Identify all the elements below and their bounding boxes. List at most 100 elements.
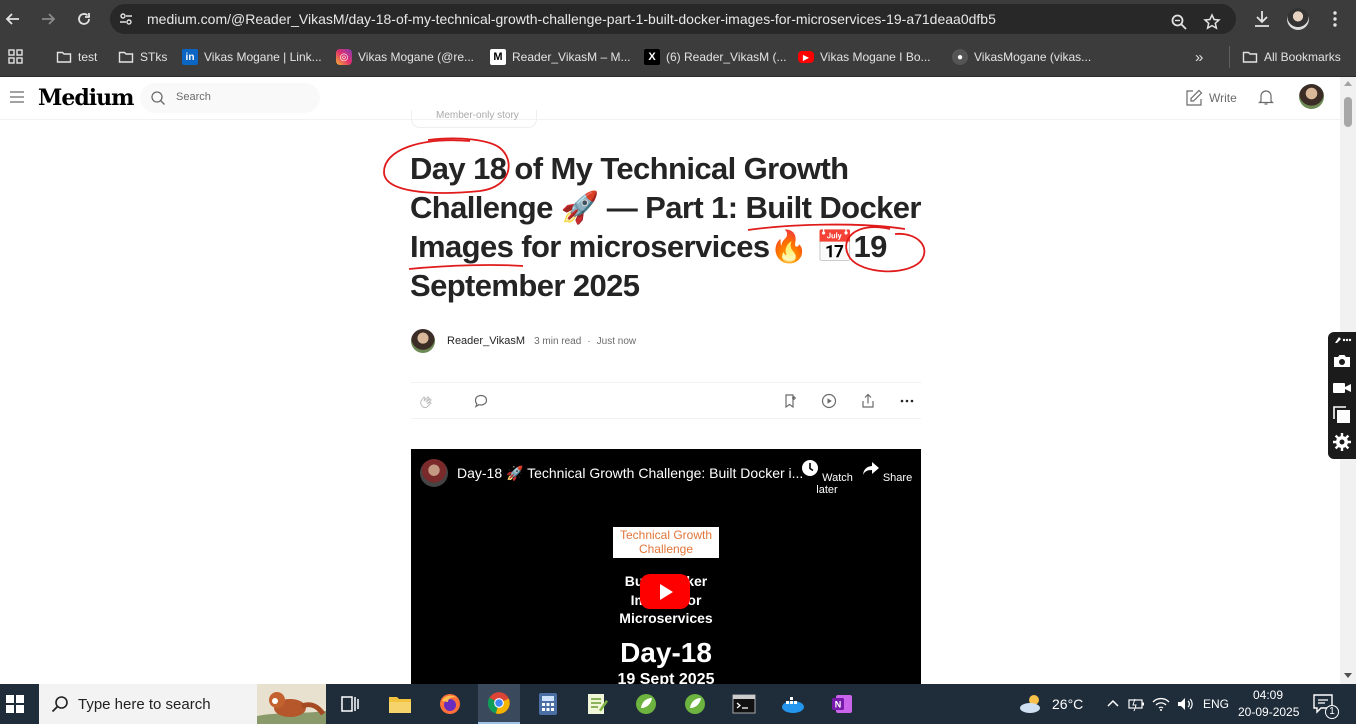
calculator-icon[interactable] <box>534 690 562 718</box>
share-video-button[interactable]: Share <box>857 459 917 484</box>
read-time: 3 min read <box>534 335 582 347</box>
bookmark-medium[interactable]: M Reader_VikasM – M... <box>490 48 631 66</box>
listen-play-icon[interactable] <box>821 393 837 409</box>
comment-icon[interactable] <box>473 393 489 409</box>
capture-widget <box>1328 332 1356 459</box>
back-button[interactable] <box>1 7 25 31</box>
task-view-icon[interactable] <box>336 690 364 718</box>
bookmark-github[interactable]: ● VikasMogane (vikas... <box>952 48 1091 66</box>
hamburger-menu-icon[interactable] <box>10 91 24 103</box>
address-bar[interactable]: medium.com/@Reader_VikasM/day-18-of-my-t… <box>110 4 1236 34</box>
windows-start-icon[interactable] <box>6 695 24 713</box>
windows-taskbar: Type here to search N 26°C ENG 04:09 20-… <box>0 684 1356 724</box>
thumbnail-text: Microservices <box>619 610 713 626</box>
bookmark-label: Vikas Mogane I Bo... <box>820 50 931 64</box>
search-input[interactable]: Search <box>140 83 320 113</box>
profile-avatar[interactable] <box>1287 8 1309 30</box>
video-title[interactable]: Day-18 🚀 Technical Growth Challenge: Bui… <box>457 465 803 482</box>
github-icon: ● <box>952 49 968 65</box>
camera-icon[interactable] <box>1332 351 1352 371</box>
video-camera-icon[interactable] <box>1332 378 1352 398</box>
bookmark-instagram[interactable]: ◎ Vikas Mogane (@re... <box>336 48 474 66</box>
menu-dots-icon[interactable] <box>1324 8 1346 30</box>
search-placeholder: Search <box>176 91 211 103</box>
overflow-chevron-icon: » <box>1195 48 1204 66</box>
taskbar-search-input[interactable]: Type here to search <box>39 684 326 724</box>
search-icon <box>151 91 165 105</box>
clock-time[interactable]: 04:09 <box>1253 688 1283 702</box>
bookmark-youtube[interactable]: ▶ Vikas Mogane I Bo... <box>798 48 931 66</box>
bookmarks-overflow-button[interactable]: » <box>1195 48 1203 66</box>
gear-icon[interactable] <box>1332 432 1352 452</box>
x-icon: X <box>644 49 660 65</box>
apps-grid-icon[interactable] <box>8 49 24 65</box>
bell-icon[interactable] <box>1257 88 1275 106</box>
speaker-icon[interactable] <box>1176 696 1194 712</box>
terminal-icon[interactable] <box>730 690 758 718</box>
bookmark-label: VikasMogane (vikas... <box>974 50 1092 64</box>
language-indicator[interactable]: ENG <box>1203 697 1229 711</box>
clock-date[interactable]: 20-09-2025 <box>1238 705 1299 719</box>
watch-later-label: Watch later <box>816 472 853 496</box>
file-explorer-icon[interactable] <box>386 690 414 718</box>
reload-button[interactable] <box>72 7 96 31</box>
clap-icon[interactable] <box>418 393 434 409</box>
bookmark-test[interactable]: test <box>56 48 97 66</box>
scroll-down-arrow-icon[interactable] <box>1344 673 1352 678</box>
search-icon <box>51 696 68 713</box>
battery-icon[interactable] <box>1128 696 1146 712</box>
spring-tool-icon[interactable] <box>632 690 660 718</box>
thumbnail-day: Day-18 <box>620 637 712 668</box>
medium-icon: M <box>490 49 506 65</box>
download-icon[interactable] <box>1251 8 1273 30</box>
pin-dots-icon[interactable] <box>1332 334 1352 346</box>
scroll-up-arrow-icon[interactable] <box>1344 81 1352 86</box>
bookmark-x[interactable]: X (6) Reader_VikasM (... <box>644 48 787 66</box>
author-avatar[interactable] <box>411 329 435 353</box>
chevron-up-icon[interactable] <box>1106 697 1120 709</box>
more-dots-icon[interactable] <box>899 393 915 409</box>
all-bookmarks-button[interactable]: All Bookmarks <box>1242 48 1341 66</box>
write-label: Write <box>1209 91 1237 105</box>
thumbnail-badge-line: Challenge <box>638 542 694 556</box>
bookmark-label: Vikas Mogane | Link... <box>204 50 322 64</box>
clock-icon <box>802 460 819 476</box>
weather-temperature[interactable]: 26°C <box>1052 696 1083 712</box>
weather-cloud-sun-icon[interactable] <box>1016 690 1046 718</box>
share-label: Share <box>882 472 913 484</box>
thumbnail-badge-line: Technical Growth <box>619 528 713 542</box>
onenote-icon[interactable]: N <box>828 690 856 718</box>
scrollbar-thumb[interactable] <box>1344 97 1352 127</box>
site-settings-icon[interactable] <box>118 11 134 27</box>
spring-tool-2-icon[interactable] <box>681 690 709 718</box>
notepad-plus-icon[interactable] <box>583 690 611 718</box>
wifi-icon[interactable] <box>1152 696 1170 712</box>
copy-window-icon[interactable] <box>1332 405 1352 425</box>
firefox-icon[interactable] <box>436 690 464 718</box>
bookmark-star-icon[interactable] <box>1203 13 1221 31</box>
watch-later-button[interactable]: Watch later <box>797 459 857 496</box>
folder-icon <box>1242 51 1258 63</box>
youtube-embed[interactable]: Day-18 🚀 Technical Growth Challenge: Bui… <box>411 449 921 684</box>
bookmark-stks[interactable]: STks <box>118 48 167 66</box>
medium-logo[interactable]: Medium <box>38 85 134 111</box>
author-name[interactable]: Reader_VikasM <box>447 335 525 347</box>
title-line: Images for microservices🔥 📅19 <box>410 229 887 264</box>
red-panda-search-highlight-icon <box>257 684 326 724</box>
bookmark-add-icon[interactable] <box>782 393 798 409</box>
share-icon[interactable] <box>860 393 876 409</box>
article-title: Day 18 of My Technical Growth Challenge … <box>410 149 930 305</box>
write-icon <box>1186 89 1203 106</box>
forward-button[interactable] <box>36 7 60 31</box>
play-button[interactable] <box>640 574 690 609</box>
title-line: September 2025 <box>410 268 640 303</box>
channel-avatar[interactable] <box>420 459 448 487</box>
chrome-icon[interactable] <box>478 684 520 724</box>
user-avatar[interactable] <box>1299 84 1324 109</box>
docker-icon[interactable] <box>779 690 807 718</box>
write-button[interactable]: Write <box>1185 89 1237 107</box>
bookmark-linkedin[interactable]: in Vikas Mogane | Link... <box>182 48 322 66</box>
zoom-icon[interactable] <box>1170 13 1188 31</box>
thumbnail-date: 19 Sept 2025 <box>617 671 715 684</box>
instagram-icon: ◎ <box>336 49 352 65</box>
